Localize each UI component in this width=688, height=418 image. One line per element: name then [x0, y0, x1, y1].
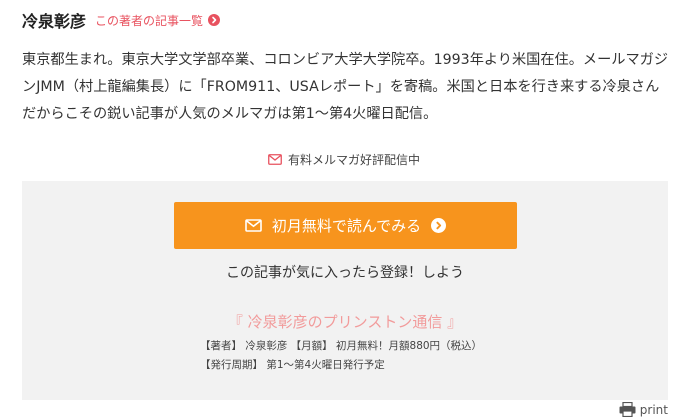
mail-icon [268, 153, 282, 165]
free-trial-button-label: 初月無料で読んでみる [271, 217, 422, 235]
register-prompt: この記事が気に入ったら登録！しよう [22, 262, 668, 282]
register-link[interactable]: 登録 [380, 265, 408, 281]
chevron-circle-right-icon [431, 218, 447, 233]
register-prompt-before: この記事が気に入ったら [226, 265, 380, 281]
magazine-title-link[interactable]: 『 冷泉彰彦のプリンストン通信 』 [22, 311, 668, 333]
subscription-box: 初月無料で読んでみる この記事が気に入ったら登録！しよう 『 冷泉彰彦のプリンス… [22, 181, 668, 400]
author-articles-link-label: この著者の記事一覧 [95, 13, 204, 28]
author-bio: 東京都生まれ。東京大学文学部卒業、コロンビア大学大学院卒。1993年より米国在住… [22, 52, 669, 122]
print-button[interactable]: print [619, 401, 668, 418]
mail-icon [245, 219, 262, 232]
mail-tagline-text: 有料メルマガ好評配信中 [287, 152, 420, 167]
magazine-info: 【著者】 冷泉彰彦 【月額】 初月無料！月額880円（税込） 【発行周期】 第1… [200, 340, 483, 371]
author-header: 冷泉彰彦 この著者の記事一覧 [22, 8, 221, 32]
free-trial-button[interactable]: 初月無料で読んでみる [174, 202, 517, 249]
register-prompt-after: ！しよう [408, 265, 464, 281]
author-articles-link[interactable]: この著者の記事一覧 [95, 12, 221, 29]
chevron-circle-right-icon [208, 14, 221, 26]
print-label: print [639, 402, 668, 417]
printer-icon [619, 402, 636, 417]
mail-tagline: 有料メルマガ好評配信中 [0, 150, 688, 168]
author-name: 冷泉彰彦 [22, 12, 87, 31]
